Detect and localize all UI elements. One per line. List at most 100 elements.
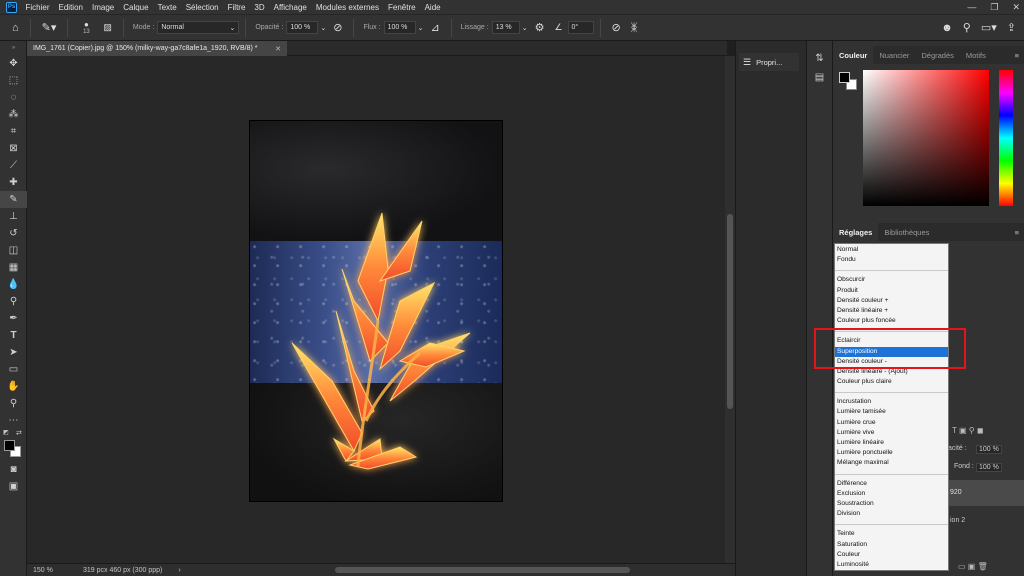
hue-slider[interactable] [999, 70, 1013, 206]
opacity-field[interactable]: 100 % [286, 21, 319, 34]
vertical-scrollbar[interactable] [725, 56, 735, 563]
type-tool-icon[interactable]: T [0, 327, 27, 344]
maximize-button[interactable]: ❐ [990, 2, 998, 13]
eraser-tool-icon[interactable]: ◫ [0, 242, 27, 259]
clone-stamp-tool-icon[interactable]: ⊥ [0, 208, 27, 225]
gradient-tool-icon[interactable]: ▦ [0, 259, 27, 276]
home-icon[interactable]: ⌂ [12, 22, 19, 34]
layer-row-active[interactable]: 920 [948, 480, 1024, 506]
panel-menu-icon[interactable]: ≡ [1015, 228, 1019, 237]
blend-option[interactable]: Couleur plus claire [835, 377, 948, 387]
tab-swatches[interactable]: Nuancier [873, 46, 915, 64]
minimize-button[interactable]: — [967, 2, 976, 12]
symmetry-icon[interactable]: ᛤ [631, 22, 638, 34]
quick-mask-icon[interactable]: ◙ [0, 461, 27, 478]
layer-fill-value[interactable]: 100 % [976, 463, 1002, 472]
close-button[interactable]: ✕ [1012, 2, 1020, 13]
brush-preset-icon[interactable]: ✎▾ [42, 21, 57, 34]
blend-option[interactable]: Mélange maximal [835, 458, 948, 468]
default-colors-icon[interactable]: ◩ [3, 429, 9, 436]
blend-option[interactable]: Densité couleur + [835, 296, 948, 306]
more-tools-icon[interactable]: ⋯ [0, 412, 27, 429]
vertical-scroll-thumb[interactable] [727, 214, 733, 409]
blend-option[interactable]: Teinte [835, 529, 948, 539]
close-tab-icon[interactable]: ✕ [275, 45, 281, 53]
horizontal-scroll-thumb[interactable] [335, 567, 630, 573]
menu-plugins[interactable]: Modules externes [311, 3, 383, 12]
blend-option[interactable]: Luminosité [835, 560, 948, 570]
workspace-icon[interactable]: ▭▾ [981, 21, 997, 34]
blend-option[interactable]: Exclusion [835, 489, 948, 499]
menu-select[interactable]: Sélection [181, 3, 223, 12]
pressure-size-icon[interactable]: ⊘ [612, 21, 621, 34]
blend-option[interactable]: Lumière tamisée [835, 407, 948, 417]
flow-field[interactable]: 100 % [383, 21, 416, 34]
blend-option[interactable]: Lumière linéaire [835, 438, 948, 448]
blend-option[interactable]: Lumière ponctuelle [835, 448, 948, 458]
blend-option[interactable]: Couleur [835, 550, 948, 560]
blend-option[interactable]: Saturation [835, 540, 948, 550]
blend-option[interactable]: Différence [835, 479, 948, 489]
brush-size-picker[interactable]: ● 13 [78, 20, 94, 35]
zoom-level[interactable]: 150 % [33, 567, 73, 574]
mode-select[interactable]: Normal ⌄ [157, 21, 240, 34]
blend-option[interactable]: Incrustation [835, 397, 948, 407]
color-panel-swatches[interactable] [839, 72, 859, 92]
pen-tool-icon[interactable]: ✒ [0, 310, 27, 327]
tab-adjustments[interactable]: Réglages [833, 223, 879, 241]
flow-chevron-icon[interactable]: ⌄ [418, 24, 424, 32]
collapse-arrows-icon[interactable]: » [0, 41, 27, 55]
blend-option[interactable]: Produit [835, 286, 948, 296]
frame-tool-icon[interactable]: ⊠ [0, 140, 27, 157]
quick-selection-tool-icon[interactable]: ⁂ [0, 106, 27, 123]
layer-filter-icons[interactable]: T ▣ ⚲ ◼ [952, 426, 983, 435]
hand-tool-icon[interactable]: ✋ [0, 378, 27, 395]
brush-panel-icon[interactable]: ▨ [103, 22, 112, 33]
blend-option[interactable]: Lumière crue [835, 418, 948, 428]
tab-libraries[interactable]: Bibliothèques [878, 223, 935, 241]
foreground-color-swatch[interactable] [4, 440, 15, 451]
user-search-icon[interactable]: ☻ [941, 22, 953, 34]
move-tool-icon[interactable]: ✥ [0, 55, 27, 72]
dodge-tool-icon[interactable]: ⚲ [0, 293, 27, 310]
brush-tool-icon[interactable]: ✎ [0, 191, 27, 208]
healing-brush-tool-icon[interactable]: ✚ [0, 174, 27, 191]
status-menu-arrow[interactable]: › [178, 567, 180, 574]
menu-filter[interactable]: Filtre [223, 3, 250, 12]
blend-option[interactable]: Soustraction [835, 499, 948, 509]
rectangle-tool-icon[interactable]: ▭ [0, 361, 27, 378]
smoothing-chevron-icon[interactable]: ⌄ [522, 24, 528, 32]
blend-option[interactable]: Division [835, 509, 948, 519]
tab-patterns[interactable]: Motifs [960, 46, 992, 64]
menu-image[interactable]: Image [87, 3, 118, 12]
menu-window[interactable]: Fenêtre [384, 3, 421, 12]
blur-tool-icon[interactable]: 💧 [0, 276, 27, 293]
foreground-swatch-mini[interactable] [839, 72, 850, 83]
layer-opacity-value[interactable]: 100 % [976, 445, 1002, 454]
marquee-tool-icon[interactable]: ⬚ [0, 72, 27, 89]
layer-row[interactable]: ion 2 [948, 508, 1024, 534]
menu-help[interactable]: Aide [420, 3, 445, 12]
history-panel-icon[interactable]: ⇅ [807, 53, 832, 64]
blend-option[interactable]: Lumière vive [835, 428, 948, 438]
gear-icon[interactable]: ⚙ [535, 21, 545, 34]
angle-field[interactable]: 0° [567, 21, 594, 34]
blend-option[interactable]: Obscurcir [835, 275, 948, 285]
swap-colors-icon[interactable]: ⇄ [16, 429, 22, 437]
tab-color[interactable]: Couleur [833, 46, 874, 64]
screen-mode-icon[interactable]: ▣ [0, 478, 27, 495]
menu-edit[interactable]: Edition [54, 3, 87, 12]
menu-view[interactable]: Affichage [269, 3, 311, 12]
panel-menu-icon[interactable]: ≡ [1015, 51, 1019, 60]
color-swatches[interactable]: ◩ ⇄ [0, 429, 27, 461]
document-image[interactable] [249, 120, 503, 502]
zoom-tool-icon[interactable]: ⚲ [0, 395, 27, 412]
blend-option[interactable]: Normal [835, 245, 948, 255]
pressure-opacity-icon[interactable]: ⊘ [333, 21, 342, 34]
history-brush-tool-icon[interactable]: ↺ [0, 225, 27, 242]
color-saturation-field[interactable] [863, 70, 989, 206]
properties-panel-button[interactable]: ☰ Propri... [739, 53, 799, 71]
document-tab[interactable]: IMG_1761 (Copier).jpg @ 150% (milky-way-… [27, 41, 287, 56]
menu-3d[interactable]: 3D [250, 3, 269, 12]
opacity-chevron-icon[interactable]: ⌄ [320, 24, 326, 32]
